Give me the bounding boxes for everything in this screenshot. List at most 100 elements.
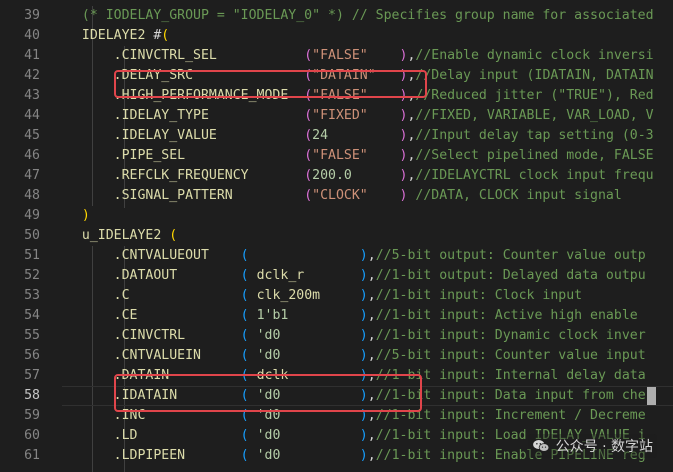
code-line[interactable]: 55 .CINVCTRL ( 'd0 ),//1-bit input: Dyna…	[0, 326, 673, 346]
code-token: )	[359, 248, 368, 263]
code-token: (	[240, 288, 249, 303]
code-text[interactable]: .CE ( 1'b1 ),//1-bit input: Active high …	[66, 306, 638, 326]
code-token: (	[240, 248, 249, 263]
code-token: //Reduced jitter ("TRUE"), Red	[415, 88, 654, 103]
code-token: (* IODELAY_GROUP = "IODELAY_0" *) // Spe…	[66, 8, 654, 23]
line-number: 43	[24, 88, 40, 103]
code-token: 'd0	[248, 428, 360, 443]
code-token: )	[359, 348, 368, 363]
code-token: ,	[367, 428, 376, 443]
code-token: )	[359, 308, 368, 323]
code-token: .LD	[66, 428, 241, 443]
code-token: IDELAYE2	[66, 28, 154, 43]
code-token: "CLOCK"	[312, 188, 368, 203]
code-text[interactable]: .C ( clk_200m ),//1-bit input: Clock inp…	[66, 286, 583, 306]
code-token: .CINVCTRL_SEL	[66, 48, 305, 63]
code-token: //FIXED, VARIABLE, VAR_LOAD, V	[415, 108, 654, 123]
code-line[interactable]: 56 .CNTVALUEIN ( 'd0 ),//5-bit input: Co…	[0, 346, 673, 366]
code-line[interactable]: 39 (* IODELAY_GROUP = "IODELAY_0" *) // …	[0, 6, 673, 26]
code-token: ,	[367, 268, 376, 283]
code-token: (	[240, 268, 249, 283]
code-line[interactable]: 46 .PIPE_SEL ("FALSE" ),//Select pipelin…	[0, 146, 673, 166]
code-text[interactable]: .IDELAY_VALUE (24 ),//Input delay tap se…	[66, 126, 654, 146]
code-token: (	[240, 328, 249, 343]
code-text[interactable]: .CNTVALUEIN ( 'd0 ),//5-bit input: Count…	[66, 346, 646, 366]
code-text[interactable]: .SIGNAL_PATTERN ("CLOCK" ) //DATA, CLOCK…	[66, 186, 622, 206]
code-token: (	[304, 128, 313, 143]
code-line[interactable]: 53 .C ( clk_200m ),//1-bit input: Clock …	[0, 286, 673, 306]
code-token: )	[359, 288, 368, 303]
code-token: (	[304, 48, 313, 63]
code-text[interactable]: IDELAYE2 #(	[66, 26, 169, 46]
code-token: .IDELAY_VALUE	[66, 128, 305, 143]
code-line[interactable]: 52 .DATAOUT ( dclk_r ),//1-bit output: D…	[0, 266, 673, 286]
code-text[interactable]: .CNTVALUEOUT ( ),//5-bit output: Counter…	[66, 246, 646, 266]
wechat-icon	[532, 440, 549, 452]
code-token: ,	[367, 448, 376, 463]
code-token: )	[359, 428, 368, 443]
code-line[interactable]: 51 .CNTVALUEOUT ( ),//5-bit output: Coun…	[0, 246, 673, 266]
line-number: 48	[24, 188, 40, 203]
code-text[interactable]: .CINVCTRL_SEL ("FALSE" ),//Enable dynami…	[66, 46, 654, 66]
code-token: //5-bit input: Counter value input	[375, 348, 646, 363]
code-text[interactable]: .DATAOUT ( dclk_r ),//1-bit output: Dela…	[66, 266, 646, 286]
code-text[interactable]: .REFCLK_FREQUENCY (200.0 ),//IDELAYCTRL …	[66, 166, 654, 186]
code-line[interactable]: 45 .IDELAY_VALUE (24 ),//Input delay tap…	[0, 126, 673, 146]
code-token: //Select pipelined mode, FALSE	[415, 148, 654, 163]
code-line[interactable]: 49 )	[0, 206, 673, 226]
line-number: 53	[24, 288, 40, 303]
code-token: (	[240, 448, 249, 463]
line-number: 59	[24, 408, 40, 423]
line-number: 45	[24, 128, 40, 143]
code-token: (	[240, 428, 249, 443]
code-line[interactable]: 50 u_IDELAYE2 (	[0, 226, 673, 246]
code-text[interactable]: .IDELAY_TYPE ("FIXED" ),//FIXED, VARIABL…	[66, 106, 654, 126]
code-token: )	[81, 208, 90, 223]
code-text[interactable]: )	[66, 206, 90, 226]
code-token: .CNTVALUEOUT	[66, 248, 241, 263]
code-text[interactable]: (* IODELAY_GROUP = "IODELAY_0" *) // Spe…	[66, 6, 654, 26]
code-token: clk_200m	[248, 288, 360, 303]
code-token: //5-bit output: Counter value outp	[375, 248, 646, 263]
code-token: 24	[312, 128, 329, 143]
code-token: 200.0	[312, 168, 352, 183]
code-line[interactable]: 40 IDELAYE2 #(	[0, 26, 673, 46]
line-number: 42	[24, 68, 40, 83]
code-line[interactable]: 41 .CINVCTRL_SEL ("FALSE" ),//Enable dyn…	[0, 46, 673, 66]
code-line[interactable]: 54 .CE ( 1'b1 ),//1-bit input: Active hi…	[0, 306, 673, 326]
code-token: 'd0	[248, 348, 360, 363]
code-token: 1'b1	[248, 308, 360, 323]
code-token: //1-bit input: Dynamic clock inver	[375, 328, 646, 343]
line-number: 44	[24, 108, 40, 123]
code-text[interactable]: .PIPE_SEL ("FALSE" ),//Select pipelined …	[66, 146, 654, 166]
line-number: 39	[24, 8, 40, 23]
code-token: (	[161, 28, 170, 43]
code-token: ,	[367, 308, 376, 323]
line-number: 50	[24, 228, 40, 243]
code-token: //1-bit output: Delayed data outpu	[375, 268, 646, 283]
code-line[interactable]: 44 .IDELAY_TYPE ("FIXED" ),//FIXED, VARI…	[0, 106, 673, 126]
code-token: ,	[367, 288, 376, 303]
code-line[interactable]: 48 .SIGNAL_PATTERN ("CLOCK" ) //DATA, CL…	[0, 186, 673, 206]
code-token: .LDPIPEEN	[66, 448, 241, 463]
line-number: 41	[24, 48, 40, 63]
code-line[interactable]: 47 .REFCLK_FREQUENCY (200.0 ),//IDELAYCT…	[0, 166, 673, 186]
code-text[interactable]: .CINVCTRL ( 'd0 ),//1-bit input: Dynamic…	[66, 326, 646, 346]
code-token: (	[169, 228, 178, 243]
line-number: 49	[24, 208, 40, 223]
code-token: //1-bit input: Active high enable	[375, 308, 638, 323]
code-token: //DATA, CLOCK input signal	[407, 188, 622, 203]
code-text[interactable]: u_IDELAYE2 (	[66, 226, 177, 246]
code-token: (	[240, 308, 249, 323]
code-token: (	[304, 148, 313, 163]
code-token: //Enable dynamic clock inversi	[415, 48, 654, 63]
code-token: //IDELAYCTRL clock input frequ	[415, 168, 654, 183]
line-number: 54	[24, 308, 40, 323]
code-token: .C	[66, 288, 241, 303]
